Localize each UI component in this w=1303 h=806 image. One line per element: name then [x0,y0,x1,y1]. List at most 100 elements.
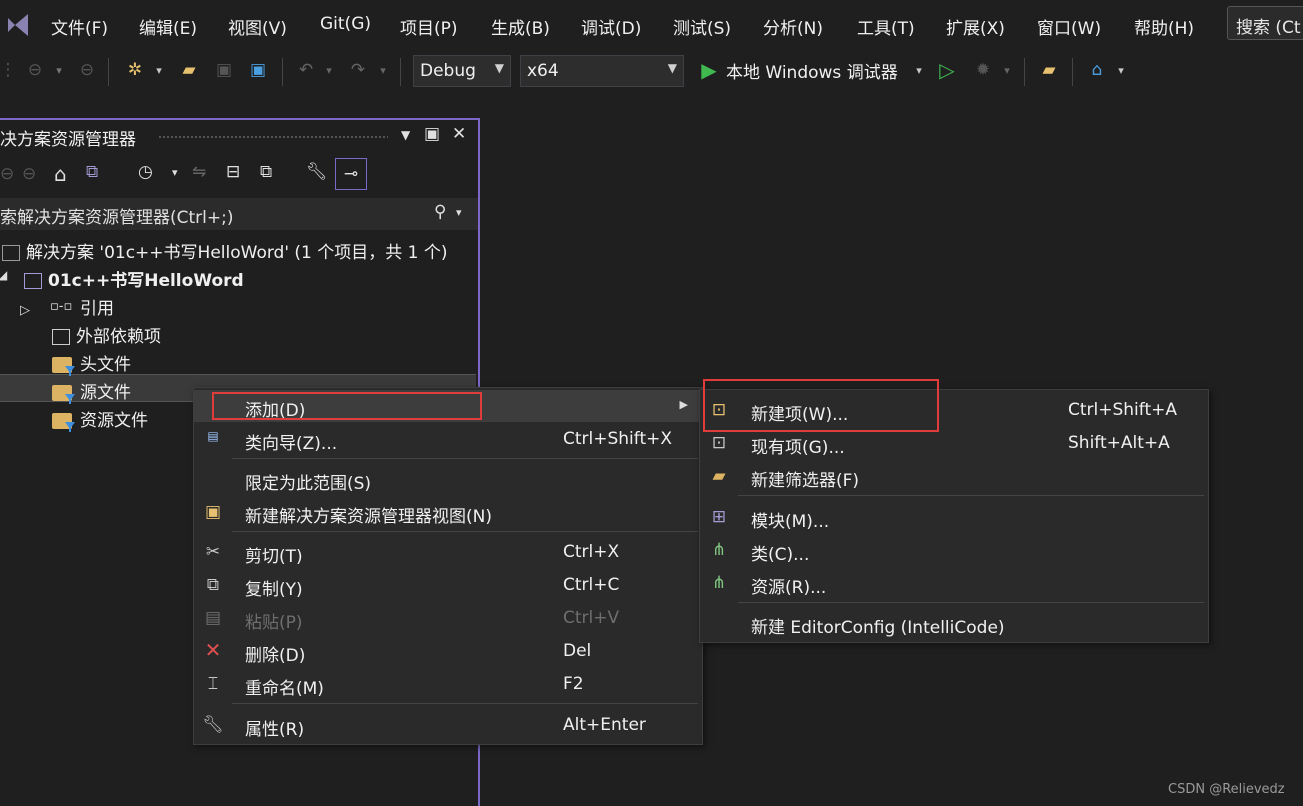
menu-item-scope-to-this[interactable]: 限定为此范围(S) [194,463,702,495]
configuration-dropdown[interactable]: Debug ▼ [413,55,511,87]
menu-item-label: 新建解决方案资源管理器视图(N) [245,507,492,527]
pending-changes-dropdown-icon[interactable]: ▾ [172,166,178,179]
nav-forward-icon[interactable]: ⊖ [74,50,100,90]
solution-node[interactable]: 解决方案 '01c++书写HelloWord' (1 个项目，共 1 个) [0,238,448,263]
hot-reload-dropdown-icon[interactable]: ▾ [1000,50,1014,90]
tree-item-resource-files[interactable]: 资源文件 [52,406,148,431]
rename-icon: ⌶ [207,674,219,694]
menu-edit[interactable]: 编辑(E) [139,14,197,39]
menu-tools[interactable]: 工具(T) [857,14,915,39]
tree-item-header-files[interactable]: 头文件 [52,350,131,375]
redo-dropdown-icon[interactable]: ▾ [376,50,390,90]
menu-help[interactable]: 帮助(H) [1134,14,1194,39]
show-all-files-icon[interactable]: ⧉ [260,162,272,182]
redo-icon[interactable]: ↷ [344,50,372,90]
menu-item-label: 粘贴(P) [245,613,303,633]
menu-file[interactable]: 文件(F) [51,14,108,39]
hot-reload-icon[interactable]: ✹ [970,50,996,90]
menu-item-label: 剪切(T) [245,547,303,567]
panel-grip[interactable] [158,135,388,139]
nav-back-dropdown-icon[interactable]: ▾ [52,50,66,90]
new-project-dropdown-icon[interactable]: ▾ [152,50,166,90]
home-icon[interactable]: ⌂ [54,162,67,186]
back-icon[interactable]: ⊖ [0,164,14,184]
menu-item-label: 类向导(Z)... [245,434,338,454]
global-search-box[interactable]: 搜索 (Ct [1227,6,1303,40]
annotation-box-add [212,392,482,420]
close-icon[interactable]: ✕ [452,124,466,144]
paste-icon: ▤ [204,608,222,628]
tree-item-references[interactable]: ▷ ▫-▫ 引用 [20,294,114,319]
menu-separator [232,458,698,459]
browse-folder-icon[interactable]: ▰ [1034,50,1064,90]
maximize-icon[interactable]: ▣ [424,124,440,144]
project-node[interactable]: ◢ 01c++书写HelloWord [0,266,244,291]
menu-window[interactable]: 窗口(W) [1037,14,1101,39]
existing-item-icon: ⊡ [711,433,727,453]
undo-icon[interactable]: ↶ [292,50,320,90]
toolbar-overflow-icon[interactable]: ▾ [1114,50,1128,90]
start-debug-dropdown-icon[interactable]: ▾ [912,50,926,90]
toolbar-grip-icon: ⋮ [0,60,17,80]
menu-item-shortcut: F2 [563,674,584,694]
start-debug-button[interactable]: 本地 Windows 调试器 [726,50,910,90]
tree-item-source-files[interactable]: 源文件 [52,378,131,403]
start-without-debug-icon[interactable]: ▷ [934,50,960,90]
filter-folder-icon [52,357,72,373]
menu-extensions[interactable]: 扩展(X) [946,14,1005,39]
solution-explorer-title: 决方案资源管理器 [0,130,136,150]
window-layout-icon[interactable]: ⌂ [1082,50,1112,90]
platform-dropdown[interactable]: x64 ▼ [520,55,684,87]
collapse-arrow-icon[interactable]: ◢ [0,268,7,282]
tree-item-external-dependencies[interactable]: 外部依赖项 [52,322,161,347]
expand-arrow-icon[interactable]: ▷ [20,303,50,318]
solution-search-input[interactable]: 索解决方案资源管理器(Ctrl+;) ⚲ ▾ [0,198,478,230]
platform-value: x64 [527,61,559,81]
new-view-icon: ▣ [204,502,222,522]
menu-item-paste[interactable]: ▤ 粘贴(P) Ctrl+V [194,602,702,634]
properties-wrench-icon[interactable]: 🔧︎ [306,162,328,182]
menu-item-copy[interactable]: ⧉ 复制(Y) Ctrl+C [194,569,702,601]
filter-folder-icon [52,413,72,429]
menu-debug[interactable]: 调试(D) [581,14,641,39]
menu-item-label: 删除(D) [245,646,306,666]
undo-dropdown-icon[interactable]: ▾ [322,50,336,90]
menu-analyze[interactable]: 分析(N) [763,14,823,39]
menu-project[interactable]: 项目(P) [400,14,458,39]
collapse-all-icon[interactable]: ⊟ [226,162,240,182]
submenu-item-editorconfig[interactable]: 新建 EditorConfig (IntelliCode) [700,607,1208,639]
open-file-icon[interactable]: ▰ [174,50,204,90]
submenu-item-resource[interactable]: ⋔ 资源(R)... [700,567,1208,599]
save-all-icon[interactable]: ▣ [244,50,272,90]
forward-icon[interactable]: ⊖ [22,164,36,184]
solution-search-placeholder: 索解决方案资源管理器(Ctrl+;) [0,208,234,228]
menu-item-shortcut: Alt+Enter [563,715,646,735]
toolbar-separator [1024,58,1025,86]
sync-icon[interactable]: ⇋ [192,162,206,182]
menu-item-delete[interactable]: ✕ 删除(D) Del [194,635,702,667]
menu-build[interactable]: 生成(B) [491,14,550,39]
menu-item-properties[interactable]: 🔧︎ 属性(R) Alt+Enter [194,709,702,741]
submenu-item-module[interactable]: ⊞ 模块(M)... [700,501,1208,533]
menu-item-new-explorer-view[interactable]: ▣ 新建解决方案资源管理器视图(N) [194,496,702,528]
new-project-icon[interactable]: ✲ [120,50,150,90]
menu-view[interactable]: 视图(V) [228,14,287,39]
panel-options-icon[interactable]: ▼ [401,128,410,142]
menu-git[interactable]: Git(G) [320,14,371,34]
menu-item-shortcut: Ctrl+X [563,542,620,562]
preview-selected-icon[interactable]: ⊸ [335,158,367,190]
tree-item-label: 资源文件 [80,411,148,431]
nav-back-icon[interactable]: ⊖ [22,50,48,90]
watermark: CSDN @Relievedz [1168,782,1285,797]
menu-separator [232,703,698,704]
start-debug-icon[interactable]: ▶ [696,50,722,90]
pending-changes-icon[interactable]: ◷ [138,162,153,182]
submenu-item-new-filter[interactable]: ▰ 新建筛选器(F) [700,460,1208,492]
switch-views-icon[interactable]: ⧉ [86,162,98,182]
menu-item-class-wizard[interactable]: ▤ 类向导(Z)... Ctrl+Shift+X [194,423,702,455]
save-icon[interactable]: ▣ [210,50,238,90]
menu-test[interactable]: 测试(S) [673,14,731,39]
menu-item-rename[interactable]: ⌶ 重命名(M) F2 [194,668,702,700]
submenu-item-class[interactable]: ⋔ 类(C)... [700,534,1208,566]
menu-item-cut[interactable]: ✂ 剪切(T) Ctrl+X [194,536,702,568]
